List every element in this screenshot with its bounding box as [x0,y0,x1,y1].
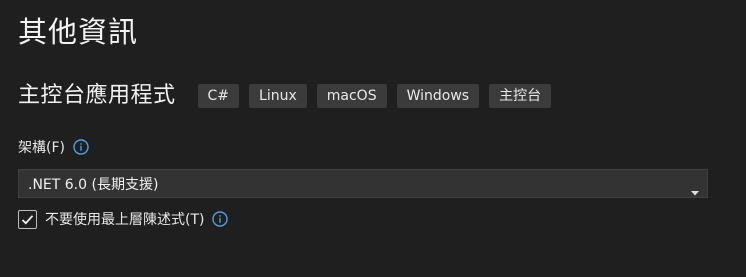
top-level-statements-checkbox[interactable] [18,209,37,229]
top-level-statements-row: 不要使用最上層陳述式(T) [18,208,229,230]
framework-selected-value: .NET 6.0 (長期支援) [28,176,159,193]
template-name: 主控台應用程式 [18,83,176,108]
info-icon[interactable] [73,139,89,155]
tag-linux: Linux [249,84,307,108]
tag-console: 主控台 [489,84,552,108]
framework-label-row: 架構(F) [18,136,89,158]
info-icon[interactable] [212,211,229,227]
checkmark-icon [21,214,34,224]
page-title: 其他資訊 [18,15,139,49]
framework-select[interactable]: .NET 6.0 (長期支援) [18,169,708,198]
template-header: 主控台應用程式 C# Linux macOS Windows 主控台 [18,82,552,110]
tag-csharp: C# [197,84,240,108]
tag-macos: macOS [316,84,387,108]
top-level-statements-label[interactable]: 不要使用最上層陳述式(T) [45,209,204,229]
framework-label: 架構(F) [18,140,65,156]
additional-info-page: 其他資訊 主控台應用程式 C# Linux macOS Windows 主控台 … [0,0,746,277]
template-tags: C# Linux macOS Windows 主控台 [197,84,552,108]
tag-windows: Windows [396,84,480,108]
chevron-down-icon [690,181,700,195]
